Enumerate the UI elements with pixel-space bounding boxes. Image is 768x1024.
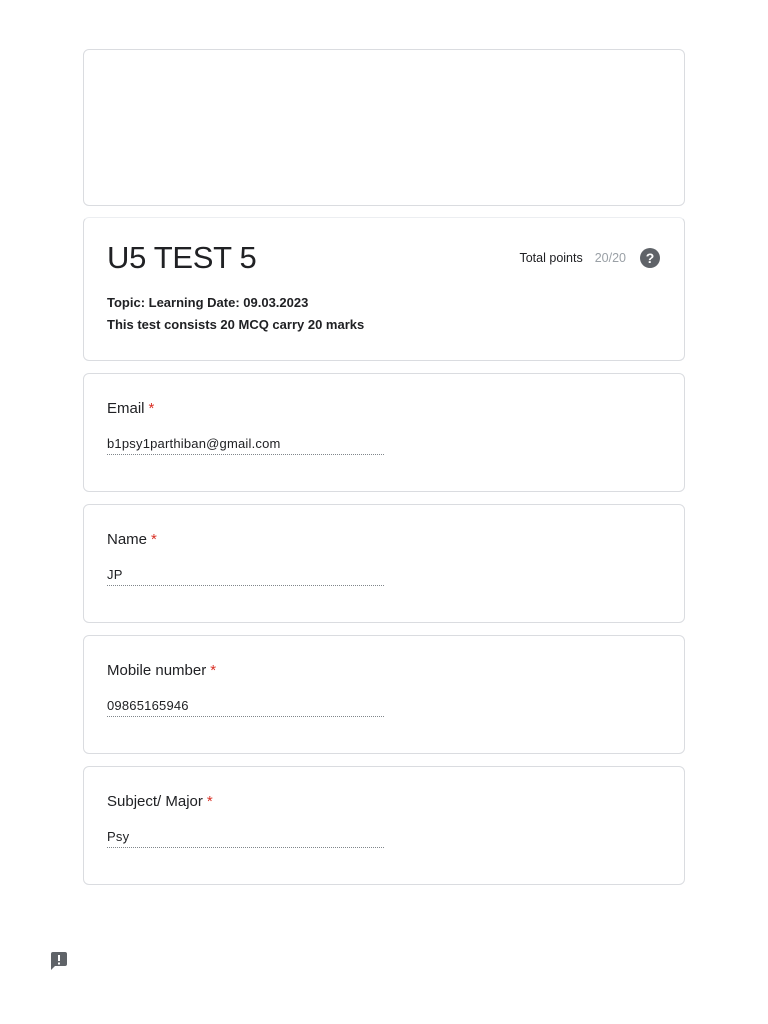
subject-major-field[interactable]: Psy bbox=[107, 829, 384, 848]
question-card-email: Email * b1psy1parthiban@gmail.com bbox=[83, 373, 685, 492]
question-label-text: Mobile number bbox=[107, 662, 207, 679]
question-card-name: Name * JP bbox=[83, 504, 685, 623]
mobile-number-field[interactable]: 09865165946 bbox=[107, 698, 384, 717]
form-description: Topic: Learning Date: 09.03.2023 This te… bbox=[107, 292, 364, 336]
total-points: Total points 20/20 ? bbox=[519, 248, 660, 268]
form-page: U5 TEST 5 Topic: Learning Date: 09.03.20… bbox=[0, 0, 768, 1024]
question-label-text: Subject/ Major bbox=[107, 793, 203, 810]
required-asterisk: * bbox=[151, 531, 157, 548]
required-asterisk: * bbox=[148, 400, 155, 417]
form-description-line-2: This test consists 20 MCQ carry 20 marks bbox=[107, 317, 365, 332]
question-label-text: Email bbox=[107, 400, 145, 417]
question-card-subject: Subject/ Major * Psy bbox=[83, 766, 685, 885]
question-label: Name * bbox=[107, 531, 157, 548]
question-label: Mobile number * bbox=[107, 662, 216, 679]
report-feedback-icon[interactable] bbox=[49, 951, 69, 971]
name-field[interactable]: JP bbox=[107, 567, 384, 586]
header-image bbox=[83, 49, 685, 206]
question-label: Email * bbox=[107, 400, 154, 417]
total-points-value: 20/20 bbox=[594, 251, 626, 265]
form-title-card: U5 TEST 5 Topic: Learning Date: 09.03.20… bbox=[83, 217, 685, 361]
email-field[interactable]: b1psy1parthiban@gmail.com bbox=[107, 436, 384, 455]
required-asterisk: * bbox=[210, 662, 217, 679]
form-title: U5 TEST 5 bbox=[107, 240, 257, 275]
help-circle-icon[interactable]: ? bbox=[640, 248, 660, 268]
required-asterisk: * bbox=[206, 793, 213, 810]
question-label-text: Name bbox=[107, 531, 148, 548]
question-label: Subject/ Major * bbox=[107, 793, 213, 810]
question-card-mobile: Mobile number * 09865165946 bbox=[83, 635, 685, 754]
form-description-line-1: Topic: Learning Date: 09.03.2023 bbox=[107, 295, 309, 310]
total-points-label: Total points bbox=[519, 251, 583, 265]
